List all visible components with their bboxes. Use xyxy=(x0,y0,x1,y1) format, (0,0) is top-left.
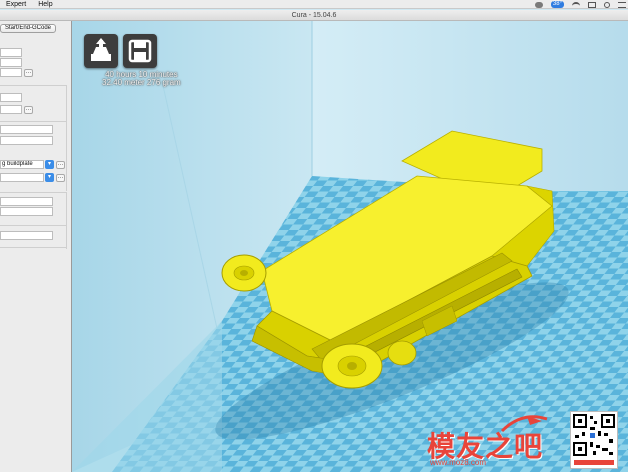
load-button[interactable] xyxy=(84,34,118,68)
section-divider xyxy=(0,192,66,193)
menu-help[interactable]: Help xyxy=(32,0,58,9)
setting-field[interactable] xyxy=(0,48,22,57)
section-divider xyxy=(66,121,67,191)
section-divider xyxy=(66,85,67,121)
section-divider xyxy=(0,121,66,122)
setting-field[interactable] xyxy=(0,207,53,216)
menu-expert[interactable]: Expert xyxy=(0,0,32,9)
window-title: Cura - 15.04.6 xyxy=(291,12,337,19)
print-info: 40 hours 10 minutes 32.40 meter 276 gram xyxy=(102,71,181,87)
status-tray: 38° xyxy=(534,0,626,9)
setting-field[interactable] xyxy=(0,231,53,240)
3d-viewport[interactable]: 40 hours 10 minutes 32.40 meter 276 gram… xyxy=(72,21,628,472)
save-floppy-icon xyxy=(128,39,152,63)
settings-dots-button[interactable]: … xyxy=(24,69,33,77)
scene xyxy=(72,21,628,472)
load-model-icon xyxy=(91,38,111,61)
menu-bar: Expert Help 38° xyxy=(0,0,628,9)
setting-field[interactable] xyxy=(0,93,22,102)
settings-panel: Start/End-GCode … … g buildplate ▾ … ▾ … xyxy=(0,21,72,472)
section-divider xyxy=(0,247,66,248)
cura-window: Expert Help 38° Cura - 15.04.6 Start/End… xyxy=(0,0,628,472)
support-type-value: g buildplate xyxy=(2,161,33,167)
support-type-arrow[interactable]: ▾ xyxy=(45,160,54,169)
setting-field[interactable] xyxy=(0,197,53,206)
section-divider xyxy=(66,225,67,249)
qr-code xyxy=(570,411,618,469)
wifi-icon[interactable] xyxy=(572,1,580,8)
battery-icon[interactable] xyxy=(588,1,596,8)
setting-field[interactable] xyxy=(0,58,22,67)
support-type-select[interactable]: g buildplate xyxy=(0,160,44,169)
setting-field[interactable] xyxy=(0,105,22,114)
temperature-badge[interactable]: 38° xyxy=(550,1,564,8)
support-dots-button[interactable]: … xyxy=(56,161,65,169)
section-divider xyxy=(66,192,67,228)
search-icon[interactable] xyxy=(604,1,610,8)
print-material: 32.40 meter 276 gram xyxy=(102,78,181,87)
setting-field[interactable] xyxy=(0,136,53,145)
setting-field[interactable] xyxy=(0,68,22,77)
adhesion-type-select[interactable] xyxy=(0,173,44,182)
section-divider xyxy=(0,85,66,86)
save-button[interactable] xyxy=(123,34,157,68)
setting-field[interactable] xyxy=(0,125,53,134)
cloud-icon[interactable] xyxy=(534,1,543,8)
adhesion-dots-button[interactable]: … xyxy=(56,174,65,182)
list-icon[interactable] xyxy=(618,1,626,8)
section-divider xyxy=(0,225,66,226)
settings-dots-button[interactable]: … xyxy=(24,106,33,114)
watermark-url: www.moz8.com xyxy=(430,458,487,467)
tab-start-end-gcode[interactable]: Start/End-GCode xyxy=(0,24,56,33)
adhesion-type-arrow[interactable]: ▾ xyxy=(45,173,54,182)
qr-code-image xyxy=(573,414,615,465)
title-bar: Cura - 15.04.6 xyxy=(0,10,628,21)
